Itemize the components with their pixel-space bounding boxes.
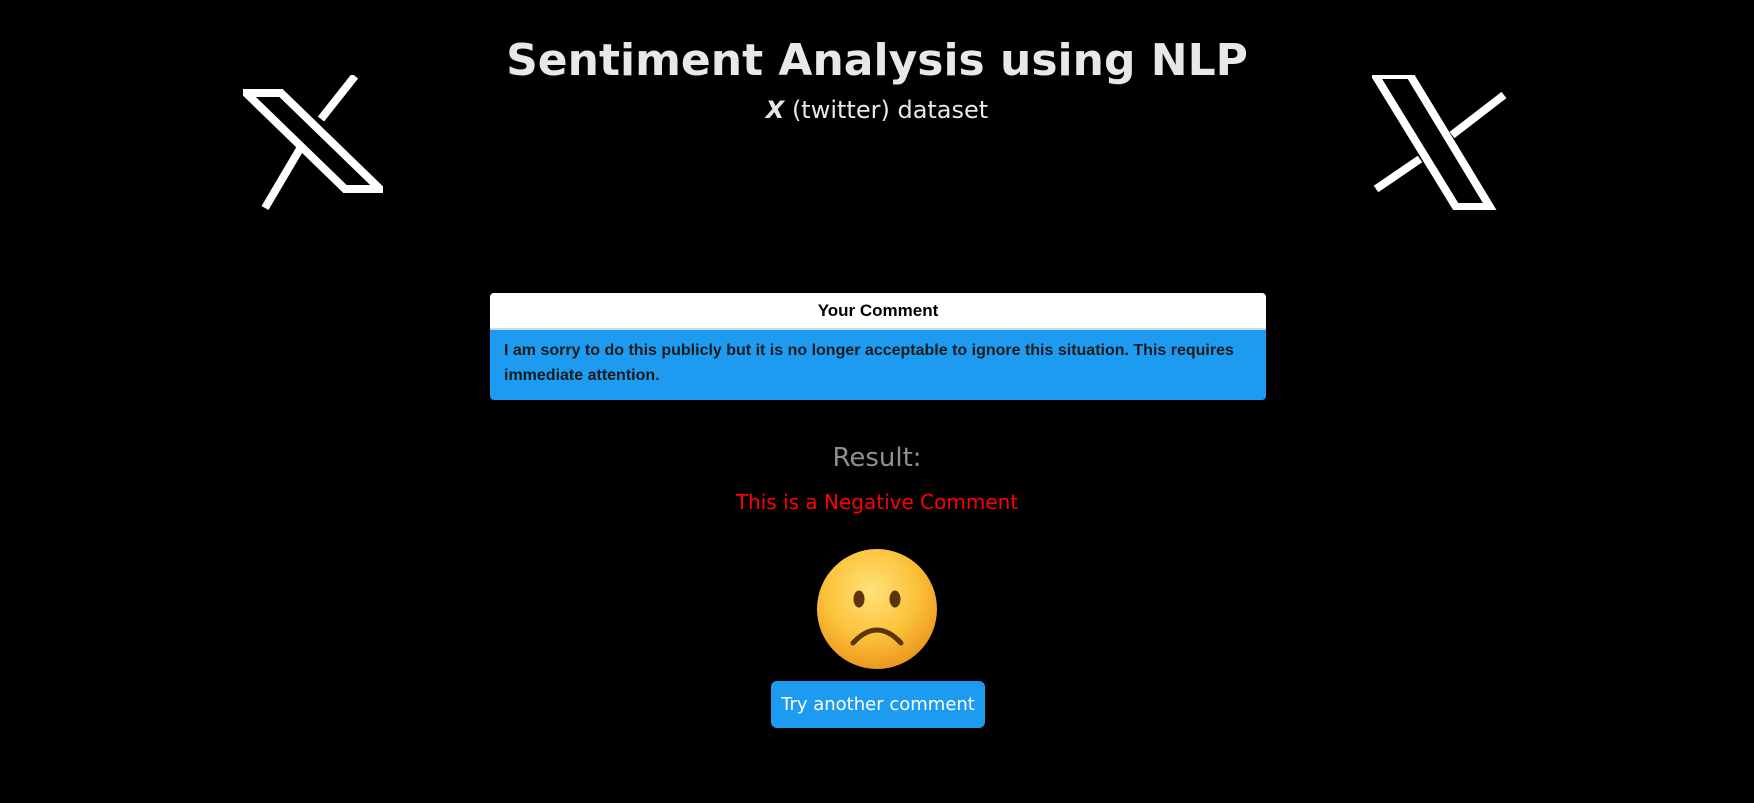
page: Sentiment Analysis using NLP X (twitter)…	[0, 0, 1754, 803]
subtitle-text: (twitter) dataset	[791, 96, 989, 124]
sad-face-icon	[815, 547, 939, 671]
x-logo-icon	[1372, 75, 1512, 210]
result-text: This is a Negative Comment	[735, 490, 1019, 514]
comment-card: Your Comment I am sorry to do this publi…	[490, 293, 1266, 400]
try-another-comment-button[interactable]: Try another comment	[771, 681, 985, 728]
result-label: Result:	[832, 443, 922, 473]
comment-text: I am sorry to do this publicly but it is…	[490, 330, 1266, 400]
comment-card-heading: Your Comment	[490, 293, 1266, 330]
subtitle-x-mark: X	[765, 96, 785, 124]
